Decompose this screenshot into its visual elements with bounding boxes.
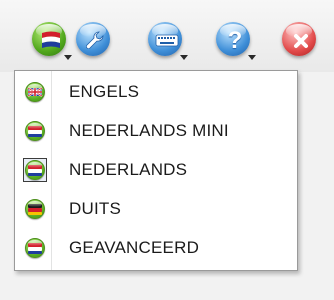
toolbar: ? [0,0,334,72]
menu-item-label: NEDERLANDS MINI [69,121,229,140]
netherlands-flag-icon [23,158,47,182]
menu-item-label: NEDERLANDS [69,160,188,179]
keyboard-icon [148,22,182,56]
uk-flag-icon [23,80,47,104]
germany-flag-icon [23,197,47,221]
menu-item-label: DUITS [69,199,121,218]
netherlands-flag-icon [32,22,66,56]
close-button[interactable] [280,20,320,60]
wrench-icon [76,22,110,56]
close-icon [282,22,316,56]
netherlands-flag-icon [23,236,47,260]
menu-item-geavanceerd[interactable]: GEAVANCEERD [17,231,295,265]
language-menu: ENGELS NEDERLANDS MINI NEDERLANDS DUITS … [14,70,298,271]
help-button[interactable]: ? [214,20,256,60]
menu-item-engels[interactable]: ENGELS [17,75,295,109]
keyboard-button[interactable] [146,20,188,60]
menu-item-nederlands-mini[interactable]: NEDERLANDS MINI [17,114,295,148]
menu-item-label: ENGELS [69,82,140,101]
menu-item-label: GEAVANCEERD [69,238,200,257]
question-mark-icon: ? [216,22,250,56]
tools-button[interactable] [74,20,114,60]
netherlands-flag-icon [23,119,47,143]
menu-item-duits[interactable]: DUITS [17,192,295,226]
menu-item-nederlands[interactable]: NEDERLANDS [17,153,295,187]
language-flag-button[interactable] [30,20,72,60]
